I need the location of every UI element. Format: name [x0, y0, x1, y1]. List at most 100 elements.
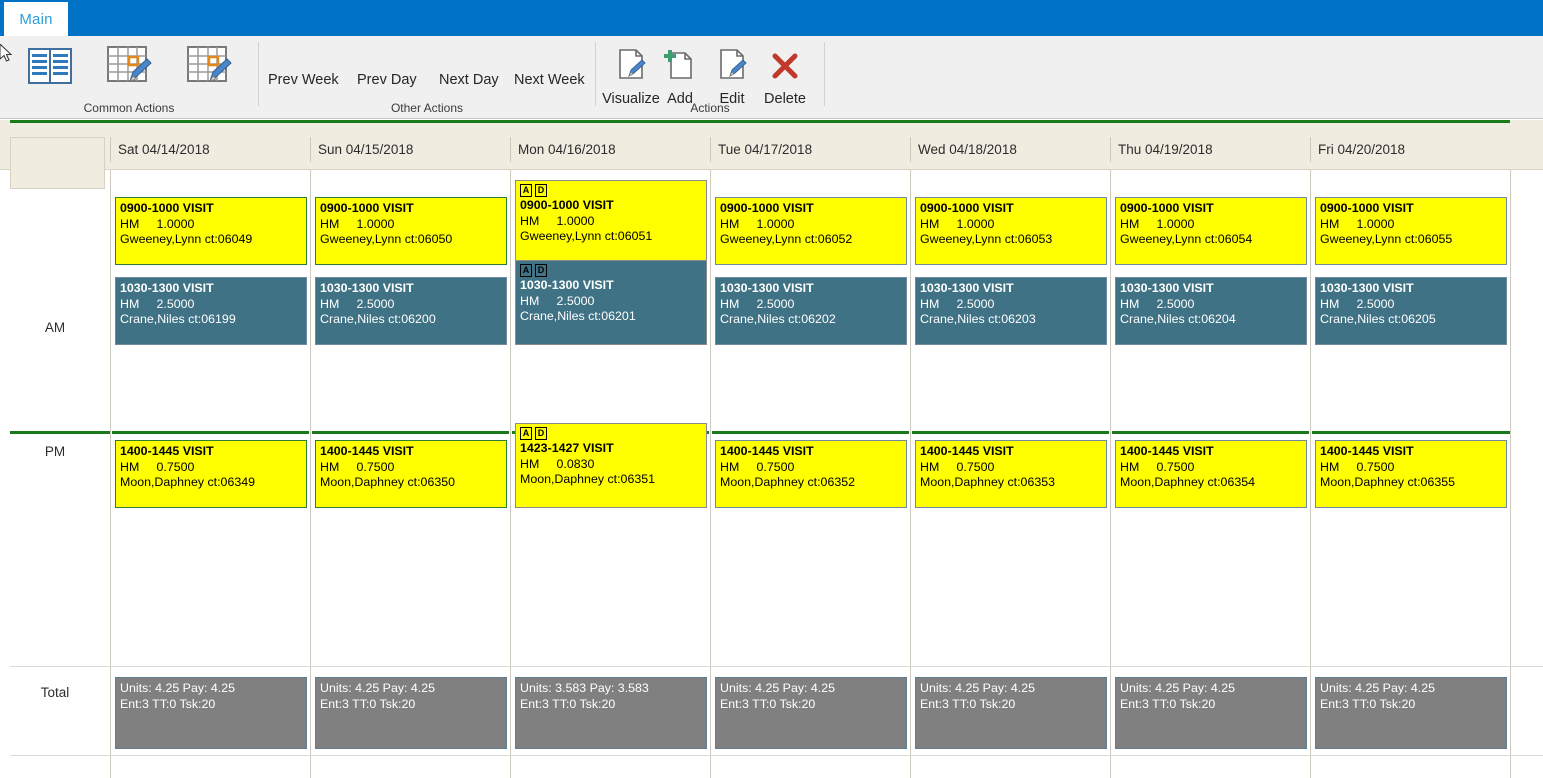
appointment-card[interactable]: 1030-1300 VISIT HM 2.5000 Crane,Niles ct… — [1315, 277, 1507, 345]
appointment-card[interactable]: 0900-1000 VISIT HM 1.0000 Gweeney,Lynn c… — [1115, 197, 1307, 265]
title-bar: Main — [0, 0, 1543, 36]
appointment-card[interactable]: 1030-1300 VISIT HM 2.5000 Crane,Niles ct… — [1115, 277, 1307, 345]
appointment-units: 1.0000 — [356, 216, 395, 231]
total-card[interactable]: Units: 4.25 Pay: 4.25 Ent:3 TT:0 Tsk:20 — [1315, 677, 1507, 749]
day-header-sun[interactable]: Sun 04/15/2018 — [310, 137, 510, 162]
column-divider — [510, 170, 511, 778]
total-counts: Ent:3 TT:0 Tsk:20 — [320, 696, 416, 711]
appointment-card[interactable]: 1400-1445 VISIT HM 0.7500 Moon,Daphney c… — [115, 440, 307, 508]
appointment-units: 2.5000 — [1156, 296, 1195, 311]
appointment-client: Moon,Daphney ct:06351 — [520, 472, 656, 487]
appointment-card[interactable]: 0900-1000 VISIT HM 1.0000 Gweeney,Lynn c… — [715, 197, 907, 265]
list-view-button[interactable] — [25, 42, 75, 91]
delete-button[interactable]: Delete — [754, 42, 816, 107]
appointment-badges: A D — [520, 184, 702, 197]
total-units-pay: Units: 4.25 Pay: 4.25 — [1320, 681, 1436, 695]
total-units-pay: Units: 4.25 Pay: 4.25 — [920, 681, 1036, 695]
appointment-time: 1400-1445 VISIT — [720, 444, 814, 458]
appointment-units: 1.0000 — [1356, 216, 1395, 231]
edit-button[interactable]: Edit — [704, 42, 760, 107]
total-card[interactable]: Units: 4.25 Pay: 4.25 Ent:3 TT:0 Tsk:20 — [315, 677, 507, 749]
calendar-edit-icon — [187, 42, 233, 90]
appointment-card[interactable]: A D 1423-1427 VISIT HM 0.0830 Moon,Daphn… — [515, 423, 707, 508]
document-edit-icon — [715, 42, 749, 90]
calendar-edit-button-1[interactable] — [105, 42, 155, 91]
appointment-code: HM — [1320, 459, 1340, 474]
appointment-card[interactable]: A D 1030-1300 VISIT HM 2.5000 Crane,Nile… — [515, 260, 707, 345]
total-counts: Ent:3 TT:0 Tsk:20 — [1120, 696, 1216, 711]
appointment-units: 0.7500 — [1156, 459, 1195, 474]
appointment-client: Crane,Niles ct:06201 — [520, 309, 636, 324]
appointment-card[interactable]: 1030-1300 VISIT HM 2.5000 Crane,Niles ct… — [915, 277, 1107, 345]
total-units-pay: Units: 3.583 Pay: 3.583 — [520, 681, 649, 695]
appointment-card[interactable]: 0900-1000 VISIT HM 1.0000 Gweeney,Lynn c… — [915, 197, 1107, 265]
appointment-client: Moon,Daphney ct:06354 — [1120, 475, 1256, 490]
appointment-units: 0.7500 — [1356, 459, 1395, 474]
add-button[interactable]: Add — [652, 42, 708, 107]
appointment-time: 0900-1000 VISIT — [920, 201, 1014, 215]
appointment-card[interactable]: 1400-1445 VISIT HM 0.7500 Moon,Daphney c… — [715, 440, 907, 508]
appointment-card[interactable]: A D 0900-1000 VISIT HM 1.0000 Gweeney,Ly… — [515, 180, 707, 265]
appointment-code: HM — [120, 296, 140, 311]
column-divider — [910, 170, 911, 778]
appointment-card[interactable]: 1030-1300 VISIT HM 2.5000 Crane,Niles ct… — [115, 277, 307, 345]
appointment-card[interactable]: 1030-1300 VISIT HM 2.5000 Crane,Niles ct… — [315, 277, 507, 345]
total-card[interactable]: Units: 4.25 Pay: 4.25 Ent:3 TT:0 Tsk:20 — [915, 677, 1107, 749]
appointment-time: 1400-1445 VISIT — [120, 444, 214, 458]
badge-a: A — [520, 264, 532, 277]
appointment-time: 1423-1427 VISIT — [520, 441, 614, 455]
appointment-time: 1030-1300 VISIT — [920, 281, 1014, 295]
appointment-code: HM — [1120, 296, 1140, 311]
appointment-time: 1030-1300 VISIT — [1120, 281, 1214, 295]
appointment-client: Moon,Daphney ct:06353 — [920, 475, 1056, 490]
appointment-time: 1030-1300 VISIT — [520, 278, 614, 292]
appointment-client: Gweeney,Lynn ct:06053 — [920, 232, 1053, 247]
day-header-wed[interactable]: Wed 04/18/2018 — [910, 137, 1110, 162]
pm-divider — [912, 431, 1109, 434]
next-day-button[interactable]: Next Day — [439, 72, 499, 88]
total-card[interactable]: Units: 4.25 Pay: 4.25 Ent:3 TT:0 Tsk:20 — [115, 677, 307, 749]
day-header-thu[interactable]: Thu 04/19/2018 — [1110, 137, 1310, 162]
appointment-units: 2.5000 — [556, 293, 595, 308]
calendar-edit-button-2[interactable] — [185, 42, 235, 91]
appointment-code: HM — [720, 459, 740, 474]
tab-main[interactable]: Main — [4, 2, 68, 36]
day-header-sat[interactable]: Sat 04/14/2018 — [110, 137, 310, 162]
appointment-card[interactable]: 1400-1445 VISIT HM 0.7500 Moon,Daphney c… — [315, 440, 507, 508]
prev-day-button[interactable]: Prev Day — [357, 72, 417, 88]
appointment-code: HM — [320, 459, 340, 474]
appointment-time: 0900-1000 VISIT — [520, 198, 614, 212]
appointment-time: 1400-1445 VISIT — [1120, 444, 1214, 458]
appointment-client: Crane,Niles ct:06199 — [120, 312, 236, 327]
appointment-card[interactable]: 0900-1000 VISIT HM 1.0000 Gweeney,Lynn c… — [1315, 197, 1507, 265]
total-card[interactable]: Units: 4.25 Pay: 4.25 Ent:3 TT:0 Tsk:20 — [715, 677, 907, 749]
column-divider — [710, 170, 711, 778]
badge-a: A — [520, 184, 532, 197]
appointment-card[interactable]: 1400-1445 VISIT HM 0.7500 Moon,Daphney c… — [915, 440, 1107, 508]
appointment-card[interactable]: 0900-1000 VISIT HM 1.0000 Gweeney,Lynn c… — [115, 197, 307, 265]
appointment-units: 0.7500 — [756, 459, 795, 474]
appointment-card[interactable]: 1400-1445 VISIT HM 0.7500 Moon,Daphney c… — [1115, 440, 1307, 508]
application-window: Main Common Actions Prev Week Prev Day N… — [0, 0, 1543, 778]
appointment-card[interactable]: 1400-1445 VISIT HM 0.7500 Moon,Daphney c… — [1315, 440, 1507, 508]
appointment-card[interactable]: 0900-1000 VISIT HM 1.0000 Gweeney,Lynn c… — [315, 197, 507, 265]
next-week-button[interactable]: Next Week — [514, 72, 585, 88]
appointment-client: Gweeney,Lynn ct:06055 — [1320, 232, 1453, 247]
column-divider — [110, 170, 111, 778]
ribbon-group-label-other-actions: Other Actions — [390, 101, 464, 115]
appointment-code: HM — [1320, 216, 1340, 231]
pm-divider — [1112, 431, 1309, 434]
day-header-fri[interactable]: Fri 04/20/2018 — [1310, 137, 1510, 162]
ribbon-group-other-actions: Prev Week Prev Day Next Day Next Week Ot… — [259, 36, 595, 119]
badge-a: A — [520, 427, 532, 440]
appointment-units: 0.7500 — [956, 459, 995, 474]
day-header-mon[interactable]: Mon 04/16/2018 — [510, 137, 710, 162]
calendar-corner-cell — [10, 137, 105, 189]
appointment-client: Moon,Daphney ct:06352 — [720, 475, 856, 490]
day-header-tue[interactable]: Tue 04/17/2018 — [710, 137, 910, 162]
total-card[interactable]: Units: 4.25 Pay: 4.25 Ent:3 TT:0 Tsk:20 — [1115, 677, 1307, 749]
prev-week-button[interactable]: Prev Week — [268, 72, 339, 88]
appointment-client: Moon,Daphney ct:06355 — [1320, 475, 1456, 490]
appointment-card[interactable]: 1030-1300 VISIT HM 2.5000 Crane,Niles ct… — [715, 277, 907, 345]
total-card[interactable]: Units: 3.583 Pay: 3.583 Ent:3 TT:0 Tsk:2… — [515, 677, 707, 749]
